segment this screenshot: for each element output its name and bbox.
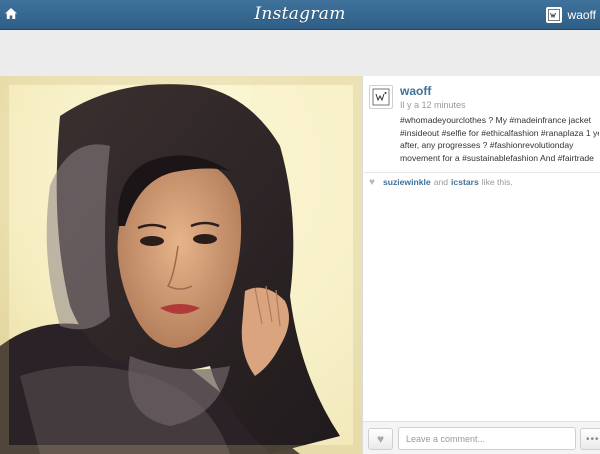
post-caption: #whomadeyourclothes ? My #madeinfrance j… xyxy=(400,114,599,164)
user-name: waoff xyxy=(567,8,596,22)
liker-username-link[interactable]: suziewinkle xyxy=(383,177,431,187)
logo-icon xyxy=(547,9,560,21)
liker-username-link[interactable]: icstars xyxy=(451,177,479,187)
caption-block: waoff Il y a 12 minutes #whomadeyourclot… xyxy=(363,76,600,168)
post-timestamp: Il y a 12 minutes xyxy=(400,100,466,110)
comment-input[interactable] xyxy=(398,427,576,450)
user-menu[interactable]: waoff xyxy=(545,0,600,30)
owner-username-link[interactable]: waoff xyxy=(400,84,431,98)
likes-separator: and xyxy=(433,177,449,187)
comment-bar: ♥ ••• xyxy=(363,421,600,454)
post-details-panel: waoff Il y a 12 minutes #whomadeyourclot… xyxy=(362,76,600,454)
heart-icon: ♥ xyxy=(369,176,375,188)
caption-line: #insideout #selfie for #ethicalfashion #… xyxy=(400,127,599,138)
likes-summary: ♥ suziewinkle and icstars like this. xyxy=(369,176,516,188)
owner-avatar[interactable] xyxy=(369,85,393,109)
logo-icon xyxy=(372,88,390,106)
caption-line: after, any progresses ? #fashionrevoluti… xyxy=(400,140,574,151)
more-options-button[interactable]: ••• xyxy=(580,428,600,450)
page-background-strip xyxy=(0,31,600,76)
likes-tail-text: like this. xyxy=(481,177,513,187)
top-navigation-bar: Instagram waoff xyxy=(0,0,600,30)
heart-icon: ♥ xyxy=(376,432,385,446)
brand-logo-text[interactable]: Instagram xyxy=(0,4,600,24)
divider xyxy=(363,172,600,173)
caption-line: movement for a #sustainablefashion And #… xyxy=(400,152,594,163)
caption-line: #whomadeyourclothes ? My #madeinfrance j… xyxy=(400,115,592,125)
post-photo[interactable] xyxy=(0,76,362,454)
user-avatar xyxy=(545,7,562,23)
like-button[interactable]: ♥ xyxy=(368,428,393,450)
